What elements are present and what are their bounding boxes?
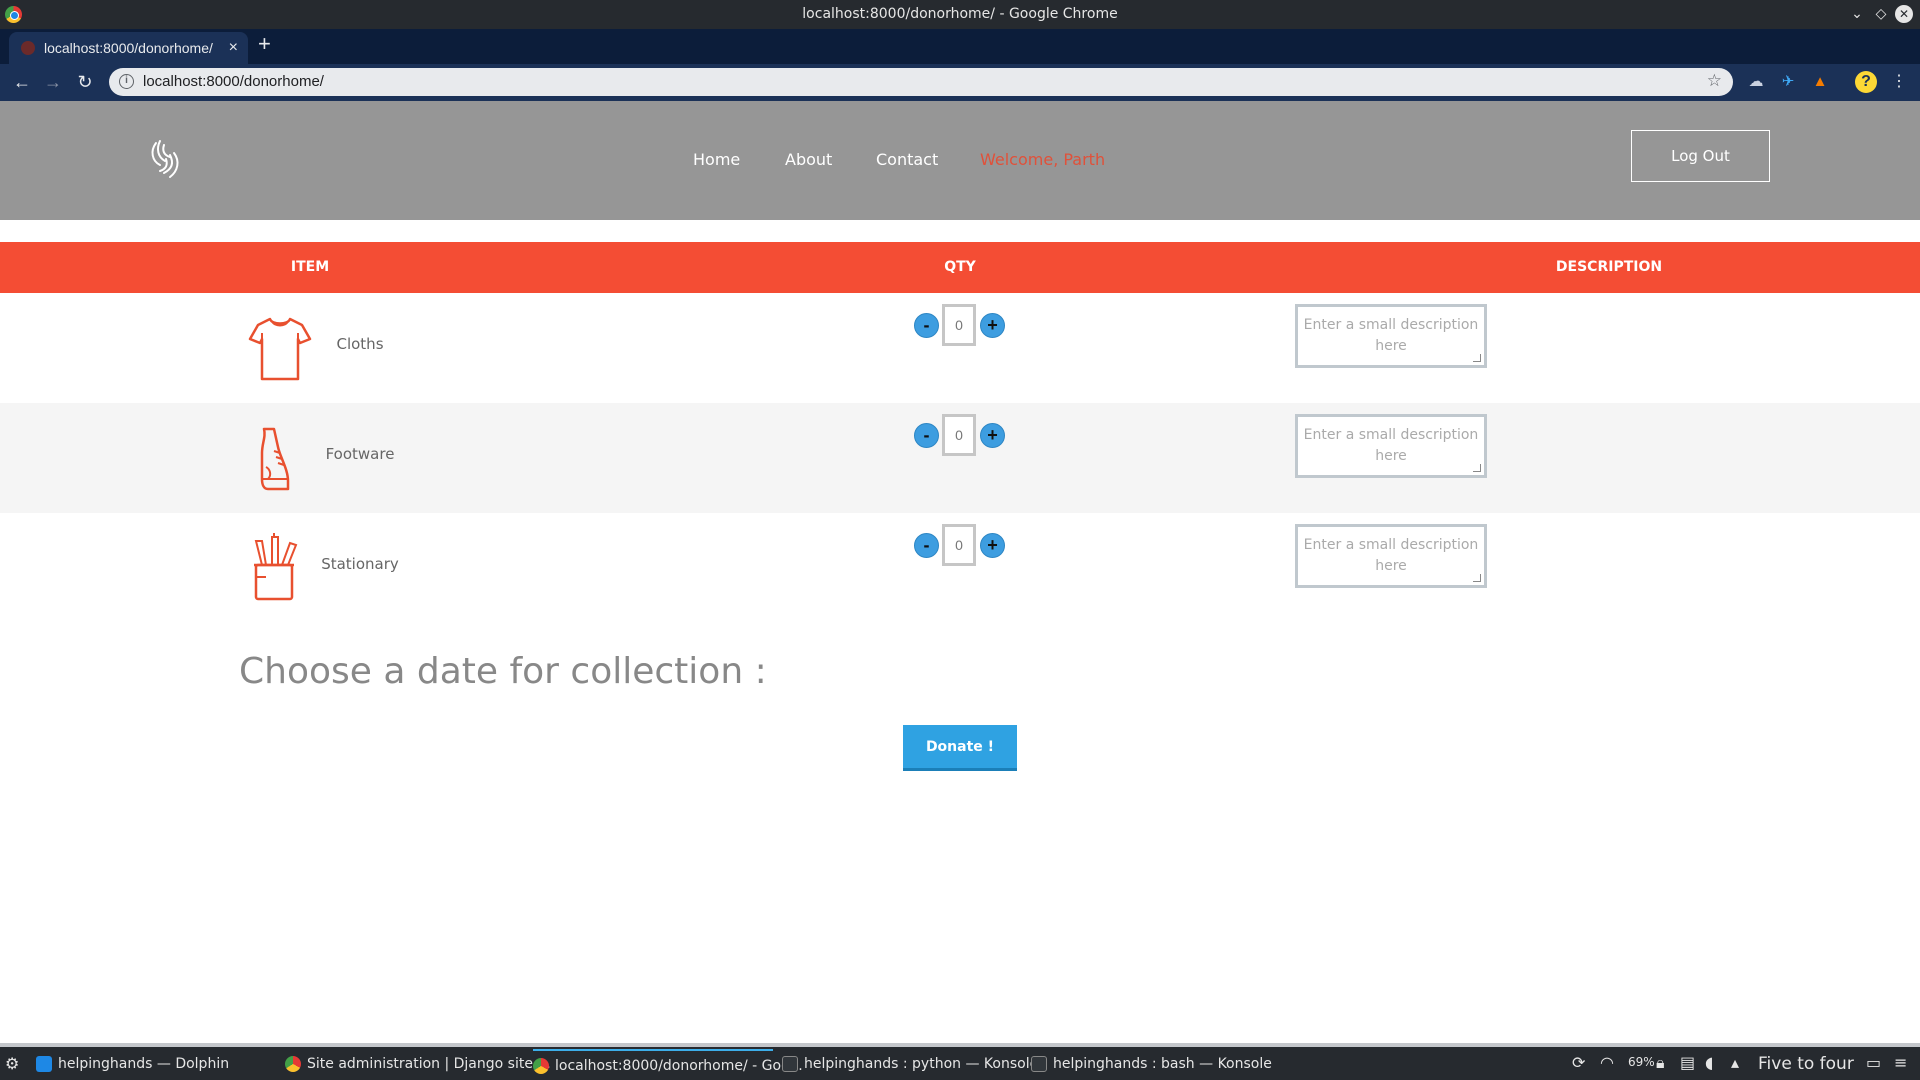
taskbar-item-label: helpinghands : bash — Konsole	[1053, 1056, 1272, 1072]
back-arrow-icon[interactable]: ←	[11, 71, 33, 93]
table-row: Cloths - 0 + Enter a small description h…	[0, 293, 1920, 403]
taskbar-item-konsole-python[interactable]: helpinghands : python — Konsole	[782, 1049, 1038, 1079]
window-title-bar: localhost:8000/donorhome/ - Google Chrom…	[0, 0, 1920, 29]
qty-decrement-button[interactable]: -	[914, 313, 939, 338]
nav-about-link[interactable]: About	[785, 150, 832, 169]
nav-contact-link[interactable]: Contact	[876, 150, 938, 169]
bookmark-star-icon[interactable]: ☆	[1707, 71, 1722, 91]
pencil-cup-icon	[254, 533, 298, 601]
taskbar-item-label: helpinghands — Dolphin	[58, 1056, 230, 1072]
nav-home-link[interactable]: Home	[693, 150, 740, 169]
column-header-description: DESCRIPTION	[1555, 259, 1663, 275]
app-launcher-icon[interactable]: ⚙	[5, 1054, 19, 1073]
qty-decrement-button[interactable]: -	[914, 423, 939, 448]
extension-help-icon[interactable]: ?	[1855, 71, 1877, 93]
item-name: Footware	[325, 445, 395, 463]
expand-tray-icon[interactable]: ▴	[1731, 1053, 1739, 1072]
close-window-icon[interactable]: ✕	[1895, 5, 1913, 23]
konsole-icon	[782, 1056, 798, 1072]
qty-decrement-button[interactable]: -	[914, 533, 939, 558]
chrome-icon	[533, 1058, 549, 1074]
welcome-user-text: Welcome, Parth	[980, 150, 1106, 169]
lock-tray-icon[interactable]: 🔒︎	[1656, 1053, 1665, 1073]
show-desktop-icon[interactable]: ▭	[1866, 1053, 1881, 1072]
system-taskbar: ⚙ helpinghands — Dolphin Site administra…	[0, 1043, 1920, 1080]
tshirt-icon	[248, 317, 312, 381]
description-textarea[interactable]: Enter a small description here	[1295, 524, 1487, 588]
extension-vlc-icon[interactable]: ▲	[1811, 73, 1829, 91]
panel-menu-icon[interactable]: ≡	[1894, 1053, 1907, 1072]
extension-incognito-icon[interactable]: ☁	[1747, 73, 1765, 91]
address-bar[interactable]: i localhost:8000/donorhome/ ☆	[109, 68, 1733, 96]
qty-increment-button[interactable]: +	[980, 313, 1005, 338]
clipboard-tray-icon[interactable]: ▤	[1680, 1053, 1695, 1072]
new-tab-button[interactable]: +	[258, 33, 271, 55]
collection-date-label: Choose a date for collection :	[239, 651, 767, 692]
qty-input[interactable]: 0	[942, 304, 976, 346]
volume-tray-icon[interactable]: ◖	[1705, 1053, 1713, 1072]
maximize-icon[interactable]: ◇	[1872, 5, 1890, 23]
donate-button[interactable]: Donate !	[903, 725, 1017, 771]
konsole-icon	[1031, 1056, 1047, 1072]
site-header: Home About Contact Welcome, Parth Log Ou…	[0, 101, 1920, 220]
taskbar-item-django-admin[interactable]: Site administration | Django site ...	[285, 1049, 551, 1079]
logout-button[interactable]: Log Out	[1631, 130, 1770, 182]
table-row: Footware - 0 + Enter a small description…	[0, 403, 1920, 513]
taskbar-clock[interactable]: Five to four	[1758, 1054, 1854, 1074]
item-name: Stationary	[321, 555, 399, 573]
taskbar-item-dolphin[interactable]: helpinghands — Dolphin	[36, 1049, 276, 1079]
address-bar-url: localhost:8000/donorhome/	[143, 73, 324, 90]
helping-hands-logo-icon[interactable]	[148, 139, 182, 181]
qty-input[interactable]: 0	[942, 524, 976, 566]
browser-toolbar: ← → ↻ i localhost:8000/donorhome/ ☆ ☁ ✈ …	[0, 64, 1920, 101]
taskbar-item-chrome-donorhome[interactable]: localhost:8000/donorhome/ - Goo...	[533, 1049, 803, 1079]
wifi-tray-icon[interactable]: ◠	[1600, 1053, 1614, 1072]
dolphin-icon	[36, 1056, 52, 1072]
tab-title: localhost:8000/donorhome/	[44, 40, 213, 56]
description-textarea[interactable]: Enter a small description here	[1295, 414, 1487, 478]
extension-blue-icon[interactable]: ✈	[1779, 73, 1797, 91]
tab-close-icon[interactable]: ×	[229, 39, 238, 57]
forward-arrow-icon[interactable]: →	[42, 71, 64, 93]
favicon-icon	[21, 41, 35, 55]
qty-input[interactable]: 0	[942, 414, 976, 456]
taskbar-item-label: helpinghands : python — Konsole	[804, 1056, 1039, 1072]
chrome-icon	[285, 1056, 301, 1072]
reload-icon[interactable]: ↻	[74, 71, 96, 93]
table-row: Stationary - 0 + Enter a small descripti…	[0, 513, 1920, 623]
qty-increment-button[interactable]: +	[980, 423, 1005, 448]
window-title: localhost:8000/donorhome/ - Google Chrom…	[802, 6, 1118, 22]
site-info-icon[interactable]: i	[119, 74, 134, 89]
column-header-qty: QTY	[944, 259, 976, 275]
donation-table-header: ITEM QTY DESCRIPTION	[0, 242, 1920, 293]
battery-tray-icon[interactable]: 69%	[1628, 1055, 1655, 1069]
column-header-item: ITEM	[290, 259, 330, 275]
updates-tray-icon[interactable]: ⟳	[1572, 1053, 1585, 1072]
item-name: Cloths	[336, 335, 384, 353]
minimize-icon[interactable]: ⌄	[1848, 5, 1866, 23]
shoe-icon	[260, 427, 290, 491]
description-textarea[interactable]: Enter a small description here	[1295, 304, 1487, 368]
taskbar-item-label: localhost:8000/donorhome/ - Goo...	[555, 1058, 803, 1074]
browser-menu-icon[interactable]: ⋮	[1890, 73, 1908, 91]
taskbar-item-label: Site administration | Django site ...	[307, 1056, 551, 1072]
qty-increment-button[interactable]: +	[980, 533, 1005, 558]
taskbar-item-konsole-bash[interactable]: helpinghands : bash — Konsole	[1031, 1049, 1272, 1079]
browser-tab-strip: localhost:8000/donorhome/ ×	[0, 29, 1920, 64]
browser-tab[interactable]: localhost:8000/donorhome/ ×	[9, 32, 248, 64]
